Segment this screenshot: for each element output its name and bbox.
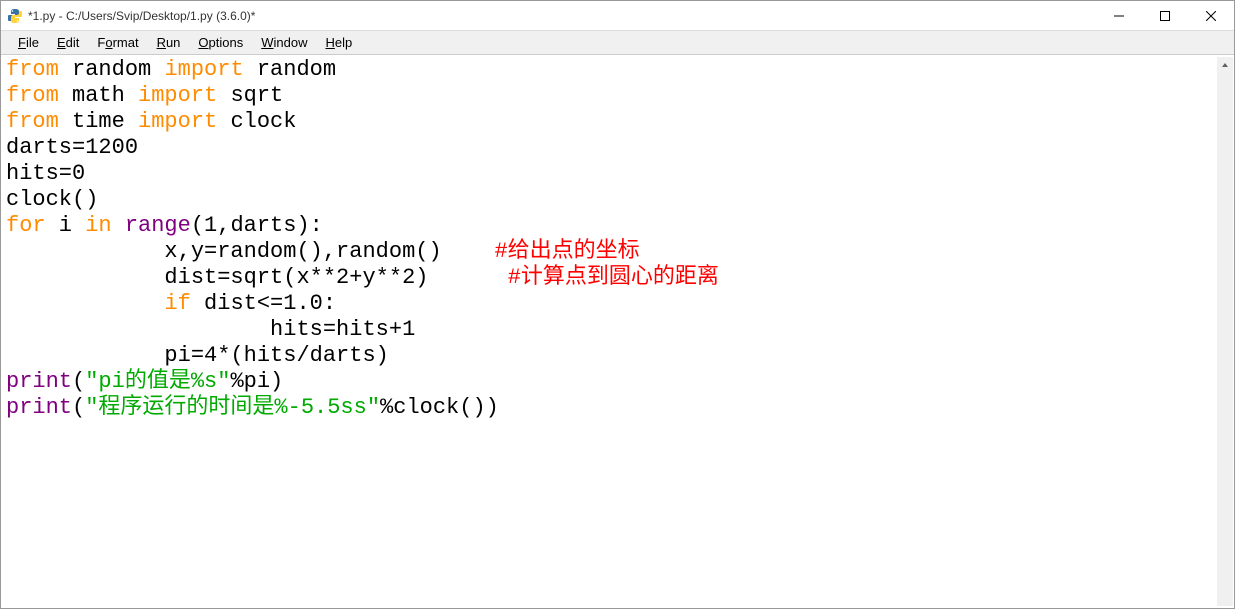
- keyword: import: [164, 57, 243, 82]
- maximize-button[interactable]: [1142, 1, 1188, 31]
- vertical-scrollbar[interactable]: [1217, 57, 1233, 606]
- window-title: *1.py - C:/Users/Svip/Desktop/1.py (3.6.…: [28, 9, 1096, 23]
- menu-edit[interactable]: Edit: [48, 33, 88, 52]
- builtin: print: [6, 395, 72, 420]
- keyword: in: [85, 213, 111, 238]
- string: "程序运行的时间是%-5.5ss": [85, 395, 380, 420]
- builtin: range: [125, 213, 191, 238]
- comment: #给出点的坐标: [494, 239, 639, 264]
- titlebar: *1.py - C:/Users/Svip/Desktop/1.py (3.6.…: [1, 1, 1234, 31]
- string: "pi的值是%s": [85, 369, 230, 394]
- keyword: from: [6, 57, 59, 82]
- menu-window[interactable]: Window: [252, 33, 316, 52]
- keyword: if: [164, 291, 190, 316]
- menu-help[interactable]: Help: [317, 33, 362, 52]
- menu-run[interactable]: Run: [148, 33, 190, 52]
- keyword: from: [6, 83, 59, 108]
- keyword: import: [138, 109, 217, 134]
- comment: #计算点到圆心的距离: [508, 265, 719, 290]
- editor-area: from random import random from math impo…: [1, 55, 1234, 608]
- menu-file[interactable]: File: [9, 33, 48, 52]
- keyword: import: [138, 83, 217, 108]
- builtin: print: [6, 369, 72, 394]
- scroll-up-icon[interactable]: [1217, 57, 1233, 73]
- app-icon: [7, 8, 23, 24]
- minimize-button[interactable]: [1096, 1, 1142, 31]
- menu-options[interactable]: Options: [189, 33, 252, 52]
- menubar: File Edit Format Run Options Window Help: [1, 31, 1234, 55]
- close-button[interactable]: [1188, 1, 1234, 31]
- code-editor[interactable]: from random import random from math impo…: [6, 57, 1216, 608]
- window-controls: [1096, 1, 1234, 30]
- menu-format[interactable]: Format: [88, 33, 147, 52]
- keyword: from: [6, 109, 59, 134]
- keyword: for: [6, 213, 46, 238]
